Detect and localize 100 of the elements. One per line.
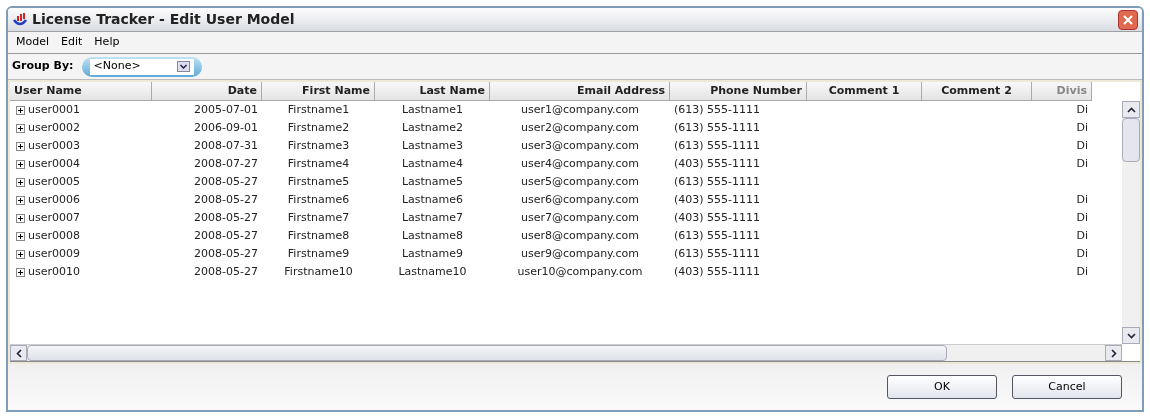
- table-cell-text: (613) 555-1111: [674, 228, 761, 244]
- ok-button[interactable]: OK: [887, 375, 997, 399]
- table-cell-text: (403) 555-1111: [674, 156, 761, 172]
- expand-icon[interactable]: [16, 123, 25, 133]
- table-cell-text: user8@company.com: [520, 228, 640, 244]
- table-cell-text: user0006: [28, 192, 80, 208]
- table-cell-text: (613) 555-1111: [674, 246, 761, 262]
- column-header[interactable]: Comment 1: [807, 82, 922, 101]
- table-cell-text: user0009: [28, 246, 80, 262]
- table-cell-text: (403) 555-1111: [674, 264, 761, 280]
- table-cell-text: Firstname4: [287, 156, 350, 172]
- table-cell-text: user0002: [28, 120, 80, 136]
- column-header[interactable]: Phone Number: [670, 82, 807, 101]
- table-cell-text: Lastname2: [401, 120, 464, 136]
- close-button[interactable]: [1118, 9, 1138, 30]
- vertical-scrollbar[interactable]: [1122, 101, 1140, 344]
- table-cell-text: Firstname7: [287, 210, 350, 226]
- menu-item[interactable]: Edit: [61, 34, 83, 51]
- table-cell-text: user0005: [28, 174, 80, 190]
- table-cell-text: Firstname9: [287, 246, 350, 262]
- expand-icon[interactable]: [16, 267, 25, 277]
- table-cell-text: Lastname1: [401, 102, 464, 118]
- table-cell-text: user0008: [28, 228, 80, 244]
- group-by-label: Group By:: [12, 58, 74, 75]
- expand-icon[interactable]: [16, 231, 25, 241]
- column-header[interactable]: User Name: [10, 82, 152, 101]
- table-cell-text: 2008-07-31: [194, 138, 258, 154]
- table-cell-text: user6@company.com: [520, 192, 640, 208]
- table-cell-text: (613) 555-1111: [674, 120, 761, 136]
- window-title: License Tracker - Edit User Model: [32, 10, 296, 29]
- table-cell-text: Lastname6: [401, 192, 464, 208]
- table-cell-text: Lastname5: [401, 174, 464, 190]
- dropdown-value: <None>: [93, 58, 142, 75]
- table-cell-text: Di: [1076, 246, 1088, 262]
- table-cell-text: 2008-05-27: [194, 174, 258, 190]
- table-cell-text: Lastname7: [401, 210, 464, 226]
- table-cell-text: 2005-07-01: [194, 102, 258, 118]
- expand-icon[interactable]: [16, 105, 25, 115]
- table-cell-text: user5@company.com: [520, 174, 640, 190]
- table-cell-text: user0004: [28, 156, 80, 172]
- scroll-right-button[interactable]: [1105, 345, 1122, 361]
- expand-icon[interactable]: [16, 249, 25, 259]
- table-cell-text: user0007: [28, 210, 80, 226]
- table-cell-text: (403) 555-1111: [674, 210, 761, 226]
- chevron-up-icon: [1126, 106, 1136, 113]
- scroll-up-button[interactable]: [1122, 101, 1140, 118]
- expand-icon[interactable]: [16, 177, 25, 187]
- table-cell-text: Di: [1076, 102, 1088, 118]
- column-header[interactable]: Last Name: [375, 82, 490, 101]
- table-cell-text: user4@company.com: [520, 156, 640, 172]
- table-cell-text: user2@company.com: [520, 120, 640, 136]
- expand-icon[interactable]: [16, 159, 25, 169]
- table-cell-text: user1@company.com: [520, 102, 640, 118]
- table-cell-text: Lastname9: [401, 246, 464, 262]
- column-header[interactable]: Comment 2: [922, 82, 1032, 101]
- table-cell-text: Firstname5: [287, 174, 350, 190]
- table-cell-text: user10@company.com: [517, 264, 643, 280]
- group-by-dropdown[interactable]: <None>: [81, 56, 202, 77]
- table-cell-text: Lastname10: [398, 264, 467, 280]
- table-cell-text: (613) 555-1111: [674, 138, 761, 154]
- table-cell-text: Firstname3: [287, 138, 350, 154]
- scroll-thumb[interactable]: [1122, 118, 1140, 162]
- close-icon: [1123, 14, 1133, 25]
- expand-icon[interactable]: [16, 195, 25, 205]
- chevron-left-icon: [15, 348, 22, 358]
- table-cell-text: 2008-05-27: [194, 228, 258, 244]
- table-cell-text: Di: [1076, 228, 1088, 244]
- table-cell-text: user0010: [28, 264, 80, 280]
- expand-icon[interactable]: [16, 213, 25, 223]
- table-cell-text: Lastname4: [401, 156, 464, 172]
- expand-icon[interactable]: [16, 141, 25, 151]
- table-cell-text: (403) 555-1111: [674, 192, 761, 208]
- scroll-left-button[interactable]: [10, 345, 27, 361]
- column-header[interactable]: Email Address: [490, 82, 670, 101]
- table-cell-text: Di: [1076, 138, 1088, 154]
- column-header[interactable]: First Name: [262, 82, 375, 101]
- table-cell-text: Di: [1076, 156, 1088, 172]
- table-cell-text: Lastname8: [401, 228, 464, 244]
- table-cell-text: (613) 555-1111: [674, 102, 761, 118]
- table-cell-text: Firstname2: [287, 120, 350, 136]
- menu-item[interactable]: Help: [94, 34, 120, 51]
- scroll-down-button[interactable]: [1122, 327, 1140, 344]
- scroll-thumb[interactable]: [27, 345, 947, 361]
- chevron-down-icon: [176, 61, 190, 72]
- table-cell-text: Di: [1076, 192, 1088, 208]
- menu-item[interactable]: Model: [16, 34, 50, 51]
- app-logo-icon: [12, 11, 28, 28]
- horizontal-scrollbar[interactable]: [10, 344, 1122, 361]
- table-cell-text: user3@company.com: [520, 138, 640, 154]
- column-header[interactable]: Date: [152, 82, 262, 101]
- table-cell-text: Lastname3: [401, 138, 464, 154]
- table-cell-text: 2008-05-27: [194, 192, 258, 208]
- table-cell-text: user9@company.com: [520, 246, 640, 262]
- table-cell-text: 2008-05-27: [194, 210, 258, 226]
- table-cell-text: Di: [1076, 210, 1088, 226]
- chevron-right-icon: [1110, 348, 1117, 358]
- table-cell-text: 2008-07-27: [194, 156, 258, 172]
- table-cell-text: 2006-09-01: [194, 120, 258, 136]
- cancel-button[interactable]: Cancel: [1012, 375, 1122, 399]
- table-cell-text: (613) 555-1111: [674, 174, 761, 190]
